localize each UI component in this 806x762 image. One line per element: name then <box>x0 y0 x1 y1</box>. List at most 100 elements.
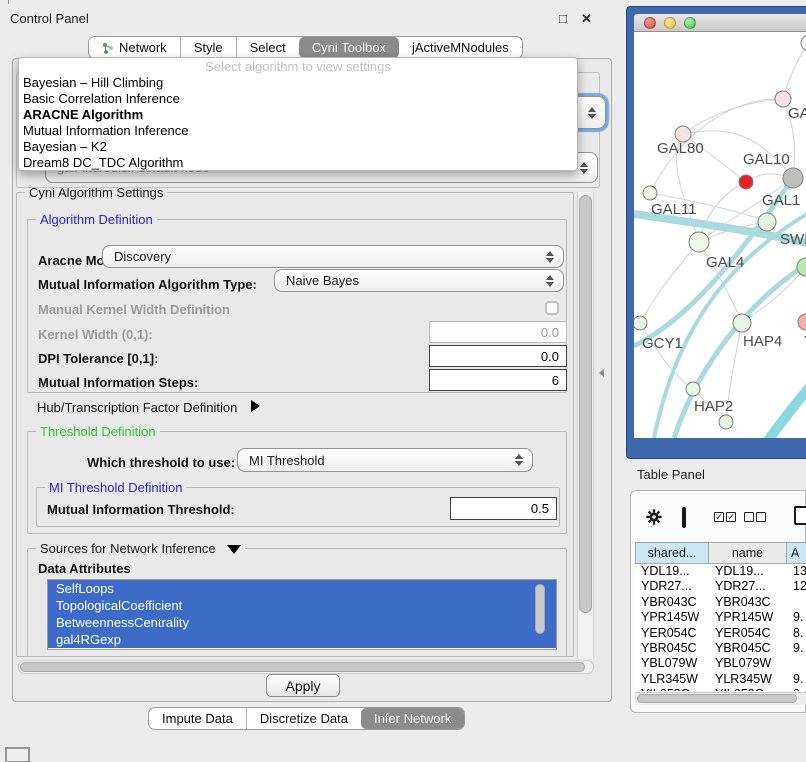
data-attribute-item[interactable]: TopologicalCoefficient <box>48 597 556 614</box>
network-node[interactable] <box>758 213 776 231</box>
table-hscroll-thumb[interactable] <box>637 694 797 703</box>
table-row[interactable]: YDL19...YDL19...13 <box>635 564 806 579</box>
tab-network[interactable]: Network <box>89 37 180 58</box>
network-node[interactable] <box>719 415 733 429</box>
network-node[interactable] <box>797 258 806 276</box>
export-table-icon[interactable] <box>794 506 806 525</box>
deselect-all-checkboxes-icon[interactable] <box>744 512 766 522</box>
table-row[interactable]: YIL052CYIL052C9 <box>635 687 806 691</box>
data-attribute-item[interactable]: gal4RGexp <box>48 631 556 648</box>
sources-group-title: Sources for Network Inference <box>36 541 245 556</box>
mi-threshold-group-title: MI Threshold Definition <box>45 480 186 495</box>
minimize-window-icon[interactable] <box>664 17 676 29</box>
network-node[interactable] <box>733 314 751 332</box>
column-header-name[interactable]: name <box>709 542 787 564</box>
tab-label: Infer Network <box>374 711 451 726</box>
table-row[interactable]: YDR27...YDR27...12 <box>635 579 806 594</box>
table-row[interactable]: YBR045CYBR045C9. <box>635 641 806 656</box>
attr-list-scrollbar[interactable] <box>535 584 545 634</box>
threshold-definition-title: Threshold Definition <box>36 424 160 439</box>
data-attribute-item[interactable]: BetweennessCentrality <box>48 614 556 631</box>
control-panel-tabbar: Network Style Select Cyni Toolbox jActiv… <box>88 36 523 59</box>
settings-vscroll-track[interactable] <box>577 192 594 658</box>
show-columns-icon[interactable] <box>682 507 686 528</box>
table-rows[interactable]: YDL19...YDL19...13YDR27...YDR27...12YBR0… <box>635 564 806 691</box>
network-node[interactable] <box>634 316 647 330</box>
table-cell: YPR145W <box>709 610 787 625</box>
close-panel-icon[interactable]: ✕ <box>581 11 592 27</box>
settings-vscroll-thumb[interactable] <box>579 195 592 613</box>
table-panel: ✓✓ shared... name A YDL19...YDL19...13YD… <box>630 490 806 713</box>
cyni-algorithm-settings-group: Cyni Algorithm Settings Algorithm Defini… <box>16 192 574 657</box>
table-row[interactable]: YPR145WYPR145W9. <box>635 610 806 625</box>
float-panel-icon[interactable]: □ <box>559 11 567 26</box>
network-node[interactable] <box>643 186 657 200</box>
column-header-shared-name[interactable]: shared... <box>635 542 709 564</box>
close-window-icon[interactable] <box>644 17 656 29</box>
threshold-definition-group: Threshold Definition Which threshold to … <box>27 431 567 534</box>
mi-type-value: Naive Bayes <box>286 273 359 288</box>
apply-button[interactable]: Apply <box>266 674 340 697</box>
table-row[interactable]: YER054CYER054C8. <box>635 626 806 641</box>
mi-threshold-group: MI Threshold Definition Mutual Informati… <box>36 487 560 527</box>
control-panel: Control Panel □ ✕ Network Style Select <box>0 0 622 740</box>
algorithm-dropdown-hint: Select algorithm to view settings <box>19 59 577 75</box>
which-threshold-combo[interactable]: MI Threshold <box>237 448 533 472</box>
network-node[interactable] <box>689 232 709 252</box>
settings-hscroll-track[interactable] <box>18 660 594 674</box>
algorithm-option[interactable]: Dream8 DC_TDC Algorithm <box>19 155 577 171</box>
network-node[interactable] <box>739 175 753 189</box>
network-node-label: SWI4 <box>780 231 806 248</box>
network-canvas[interactable]: GALGAL80GAL10GAL11GAL1SWI4GAL4GCY1HAP4YH… <box>634 32 806 438</box>
mi-steps-field[interactable]: 6 <box>429 369 567 391</box>
tab-label: Style <box>194 40 223 55</box>
algorithm-dropdown: Select algorithm to view settings Bayesi… <box>18 57 578 171</box>
select-all-checkboxes-icon[interactable]: ✓✓ <box>714 512 736 522</box>
table-cell: 9 <box>787 687 806 691</box>
network-node-label: GAL1 <box>762 192 800 209</box>
algorithm-option[interactable]: Mutual Information Inference <box>19 123 577 139</box>
aracne-mode-combo[interactable]: Discovery <box>102 245 564 268</box>
gear-icon[interactable] <box>645 508 663 531</box>
algorithm-option[interactable]: Bayesian – Hill Climbing <box>19 75 577 91</box>
algorithm-option[interactable]: Basic Correlation Inference <box>19 91 577 107</box>
table-cell: YBR045C <box>709 641 787 656</box>
network-node[interactable] <box>801 35 806 51</box>
algorithm-option[interactable]: Bayesian – K2 <box>19 139 577 155</box>
table-cell: 9. <box>787 641 806 656</box>
tab-select[interactable]: Select <box>236 37 299 58</box>
settings-hscroll-thumb[interactable] <box>20 662 585 672</box>
data-attributes-list[interactable]: SelfLoopsTopologicalCoefficientBetweenne… <box>47 579 557 650</box>
kernel-width-field[interactable]: 0.0 <box>429 321 567 343</box>
network-node[interactable] <box>783 168 803 188</box>
manual-kernel-checkbox[interactable] <box>545 301 559 315</box>
algorithm-definition-title: Algorithm Definition <box>36 212 157 227</box>
minimized-panel-icon[interactable] <box>5 747 30 762</box>
mi-type-combo[interactable]: Naive Bayes <box>274 269 564 292</box>
hub-definition-toggle[interactable]: Hub/Transcription Factor Definition <box>37 400 260 415</box>
tab-jactivemnodules[interactable]: jActiveMNodules <box>399 37 522 58</box>
hub-definition-label: Hub/Transcription Factor Definition <box>37 400 237 415</box>
network-node[interactable] <box>798 314 806 330</box>
data-attribute-item[interactable]: SelfLoops <box>48 580 556 597</box>
table-row[interactable]: YLR345WYLR345W9. <box>635 672 806 687</box>
table-cell: YPR145W <box>635 610 709 625</box>
table-hscroll-track[interactable] <box>635 692 806 705</box>
tab-discretize-data[interactable]: Discretize Data <box>246 708 361 729</box>
algorithm-option[interactable]: ARACNE Algorithm <box>19 107 577 123</box>
mi-threshold-field[interactable]: 0.5 <box>450 497 557 520</box>
table-row[interactable]: YBL079WYBL079W <box>635 656 806 671</box>
collapse-down-icon[interactable] <box>227 545 241 554</box>
network-node-label: HAP2 <box>694 398 733 415</box>
network-window-titlebar[interactable] <box>634 14 806 32</box>
tab-cyni-toolbox[interactable]: Cyni Toolbox <box>299 37 399 58</box>
tab-impute-data[interactable]: Impute Data <box>149 708 246 729</box>
tab-style[interactable]: Style <box>180 37 236 58</box>
column-header-partial[interactable]: A <box>787 542 806 564</box>
tab-infer-network[interactable]: Infer Network <box>361 708 464 729</box>
dpi-tolerance-field[interactable]: 0.0 <box>429 345 567 367</box>
table-row[interactable]: YBR043CYBR043C <box>635 595 806 610</box>
splitter-grip-icon[interactable] <box>599 369 604 377</box>
zoom-window-icon[interactable] <box>684 17 696 29</box>
network-node[interactable] <box>686 382 700 396</box>
